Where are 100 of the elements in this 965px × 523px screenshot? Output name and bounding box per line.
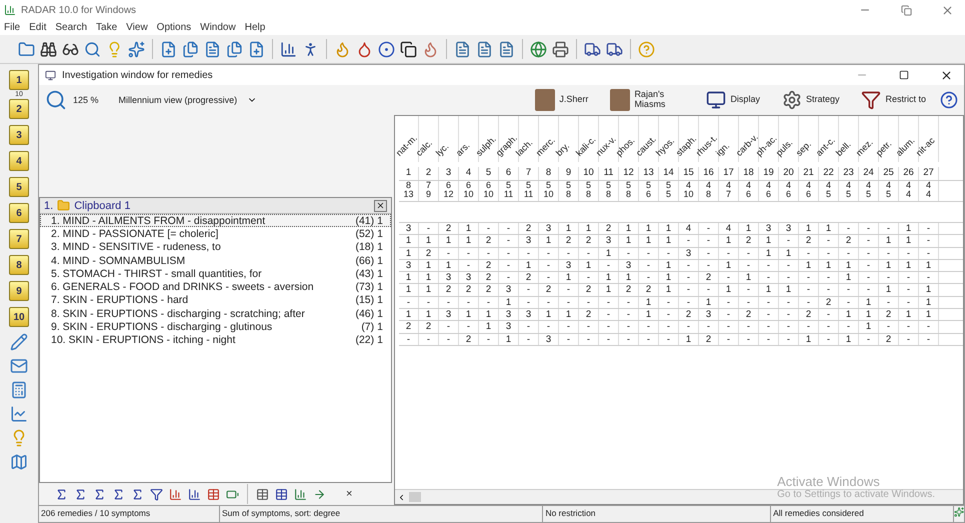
documents-icon[interactable] <box>226 40 243 58</box>
sigma-icon[interactable] <box>131 488 144 500</box>
clipboard-tab[interactable]: 10 <box>9 307 29 327</box>
zoom-icon[interactable] <box>45 89 67 111</box>
clipboard-tab[interactable]: 7 <box>9 229 29 249</box>
grid-cell: 1 <box>839 260 859 272</box>
envelope-icon[interactable] <box>10 357 28 375</box>
menu-item[interactable]: Take <box>96 22 118 33</box>
remedy-name[interactable]: ars. <box>454 140 472 158</box>
menu-item[interactable]: Window <box>200 22 236 33</box>
truck-icon[interactable] <box>606 40 623 58</box>
remedy-name[interactable]: bry. <box>554 140 572 158</box>
document-icon[interactable] <box>454 40 471 58</box>
menu-item[interactable]: File <box>4 22 20 33</box>
help-icon[interactable] <box>940 91 958 109</box>
toolbar-button[interactable]: Rajan's Miasms <box>602 89 692 111</box>
rubric-row[interactable]: 2. MIND - PASSIONATE [= choleric] (52) 1 <box>40 227 391 241</box>
rubric-row[interactable]: 10. SKIN - ERUPTIONS - itching - night (22) 1 <box>40 334 391 347</box>
bar-chart-icon[interactable] <box>280 40 297 58</box>
scroll-left-icon[interactable] <box>397 492 406 502</box>
menu-item[interactable]: Search <box>55 22 88 33</box>
menu-item[interactable]: View <box>126 22 148 33</box>
arrow-right-icon[interactable] <box>313 488 326 500</box>
clipboard-tab[interactable]: 8 <box>9 255 29 275</box>
sigma-icon[interactable] <box>74 488 87 500</box>
document-icon[interactable] <box>498 40 515 58</box>
search-icon[interactable] <box>84 40 101 58</box>
remedy-name[interactable]: ign. <box>714 140 732 158</box>
document-plus-icon[interactable] <box>160 40 177 58</box>
map-icon[interactable] <box>10 453 28 471</box>
remedy-name[interactable]: lyc. <box>434 141 451 158</box>
remedy-name[interactable]: lach. <box>514 137 534 158</box>
remedy-name[interactable]: bell. <box>834 139 853 158</box>
rubric-row[interactable]: 8. SKIN - ERUPTIONS - discharging - scratching; after (46) 1 <box>40 307 391 320</box>
globe-icon[interactable] <box>530 40 547 58</box>
sigma-icon[interactable] <box>112 488 125 500</box>
droplet-icon[interactable] <box>356 40 373 58</box>
clipboard-tab[interactable]: 9 <box>9 281 29 301</box>
clipboard-tab[interactable]: 6 <box>9 203 29 223</box>
rubric-row[interactable]: 6. GENERALS - FOOD and DRINKS - sweets - aversion (73) 1 <box>40 280 391 294</box>
menu-item[interactable]: Options <box>156 22 192 33</box>
close-icon[interactable] <box>940 68 952 82</box>
bar-chart-icon[interactable] <box>188 488 201 500</box>
sigma-icon[interactable] <box>93 488 106 500</box>
copy-icon[interactable] <box>400 40 417 58</box>
remedy-name[interactable]: mez. <box>854 137 875 158</box>
close-symbol[interactable]: × <box>346 488 352 500</box>
bar-chart-icon[interactable] <box>294 488 307 500</box>
toolbar-button[interactable]: Strategy <box>774 90 848 110</box>
remedy-name[interactable]: petr. <box>874 138 894 158</box>
menu-item[interactable]: Help <box>244 22 266 33</box>
document-icon[interactable] <box>204 40 221 58</box>
activation-notice-text: Go to Settings to activate Windows. <box>777 489 935 500</box>
sparkle-icon[interactable] <box>128 40 145 58</box>
remedy-name[interactable]: sep. <box>794 138 814 158</box>
scroll-thumb[interactable] <box>409 492 421 502</box>
menu-item[interactable]: Edit <box>29 22 46 33</box>
folder-icon[interactable] <box>18 40 35 58</box>
rubric-row[interactable]: 9. SKIN - ERUPTIONS - discharging - glutinous (7) 1 <box>40 320 391 334</box>
toolbar-button[interactable]: J.Sherr <box>527 89 596 111</box>
line-chart-icon[interactable] <box>10 405 28 423</box>
table-icon[interactable] <box>207 488 220 500</box>
rubric-row[interactable]: 4. MIND - SOMNAMBULISM (66) 1 <box>40 254 391 268</box>
horizontal-scrollbar[interactable] <box>395 489 963 504</box>
rubric-row[interactable]: 1. MIND - AILMENTS FROM - disappointment (41) 1 <box>40 214 391 228</box>
window-title: Investigation window for remedies <box>62 70 214 80</box>
documents-icon[interactable] <box>182 40 199 58</box>
remedy-score: 5 <box>566 180 571 190</box>
table-icon[interactable] <box>275 488 288 500</box>
grid-cell: 1 <box>859 296 879 308</box>
rubric-row[interactable]: 5. STOMACH - THIRST - small quantities, for (43) 1 <box>40 267 391 280</box>
rubric-weight: 1 <box>377 214 383 227</box>
clipboard-tab[interactable]: 4 <box>9 151 29 171</box>
toolbar-button[interactable]: Display <box>698 90 768 110</box>
document-icon[interactable] <box>476 40 493 58</box>
printer-icon[interactable] <box>552 40 569 58</box>
grid-cell: 3 <box>439 272 459 284</box>
clipboard-tab[interactable]: 3 <box>9 125 29 145</box>
clipboard-tab[interactable]: 2 <box>9 99 29 119</box>
truck-icon[interactable] <box>584 40 601 58</box>
grid-cell: - <box>839 223 859 234</box>
maximize-icon[interactable] <box>899 70 909 80</box>
restore-icon[interactable] <box>900 4 912 16</box>
toolbar-button[interactable]: Restrict to <box>853 90 934 110</box>
calculator-icon[interactable] <box>10 381 28 399</box>
battery-icon[interactable] <box>226 488 239 500</box>
table-icon[interactable] <box>256 488 269 500</box>
close-button[interactable] <box>374 200 387 212</box>
clipboard-tab[interactable]: 1 <box>9 70 29 90</box>
binoculars-icon[interactable] <box>40 40 57 58</box>
flame-icon[interactable] <box>422 40 439 58</box>
clipboard-tab[interactable]: 5 <box>9 177 29 197</box>
sigma-icon[interactable] <box>55 488 68 500</box>
ring-icon[interactable] <box>378 40 395 58</box>
pencil-icon[interactable] <box>10 333 28 351</box>
grid-cell: - <box>699 321 719 333</box>
bar-chart-icon[interactable] <box>169 488 182 500</box>
rubric-row[interactable]: 7. SKIN - ERUPTIONS - hard (15) 1 <box>40 294 391 308</box>
document-plus-icon[interactable] <box>248 40 265 58</box>
rubric-row[interactable]: 3. MIND - SENSITIVE - rudeness, to (18) 1 <box>40 240 391 254</box>
